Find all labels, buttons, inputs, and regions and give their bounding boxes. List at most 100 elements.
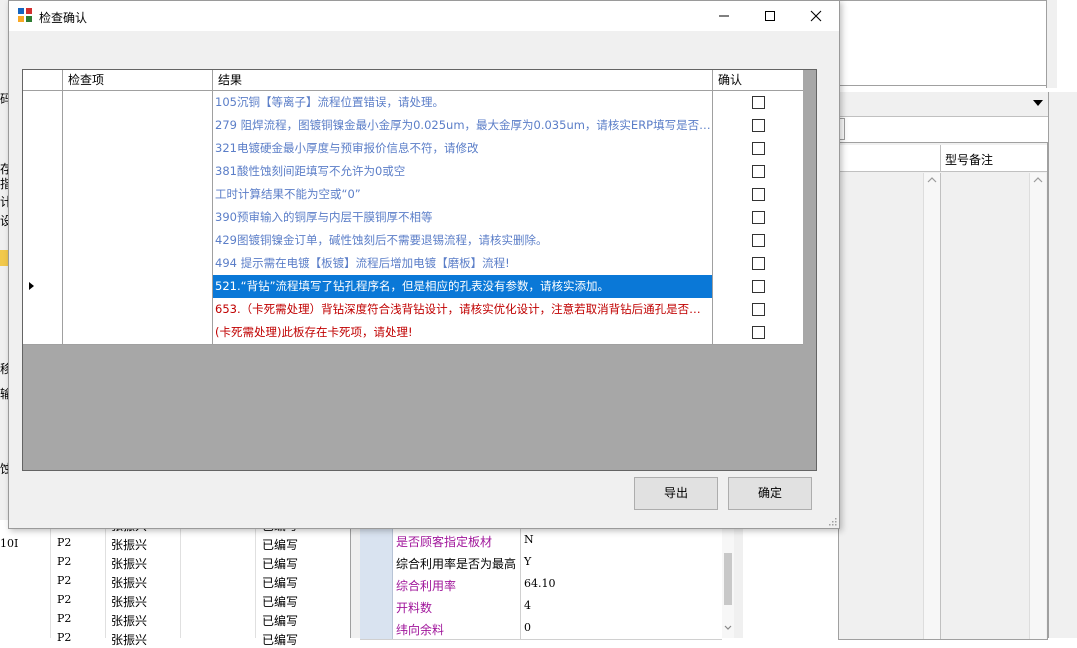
property-name: 是否顾客指定板材 [396,535,493,549]
row-header[interactable] [23,137,63,160]
property-row[interactable]: 是否顾客指定板材 N [360,529,722,552]
confirm-checkbox[interactable] [752,188,765,201]
property-name: 综合利用率是否为最高 [396,557,517,571]
property-row[interactable]: 综合利用率 64.10 [360,573,722,596]
row-header[interactable] [23,229,63,252]
check-item-cell[interactable] [63,91,213,114]
row-header[interactable] [23,114,63,137]
app-icon [18,8,32,22]
result-cell[interactable]: 381酸性蚀刻间距填写不允许为0或空 [213,160,713,183]
table-row[interactable]: 381酸性蚀刻间距填写不允许为0或空 [23,160,803,184]
result-cell[interactable]: 653.（卡死需处理）背钻深度符合浅背钻设计，请核实优化设计，注意若取消背钻后通… [213,298,713,321]
confirm-checkbox[interactable] [752,257,765,270]
check-item-cell[interactable] [63,298,213,321]
table-row[interactable]: 494 提示需在电镀【板镀】流程后增加电镀【磨板】流程! [23,252,803,276]
resize-grip-icon[interactable] [827,516,837,526]
list-status: 已编写 [262,595,299,609]
row-header[interactable] [23,321,63,344]
confirm-checkbox[interactable] [752,211,765,224]
chevron-down-icon[interactable] [1033,100,1043,108]
check-item-cell[interactable] [63,206,213,229]
confirm-checkbox[interactable] [752,165,765,178]
bg-left-highlight [0,250,8,266]
bg-prop-scrollbar[interactable] [722,527,734,638]
check-item-cell[interactable] [63,114,213,137]
title-bar[interactable]: 检查确认 [9,1,839,31]
bg-scrollbar-left[interactable] [923,173,940,639]
check-item-cell[interactable] [63,137,213,160]
property-value[interactable]: Y [524,555,531,568]
confirm-checkbox[interactable] [752,234,765,247]
column-header-result[interactable]: 结果 [213,70,713,90]
property-row[interactable]: 开料数 4 [360,595,722,618]
list-item[interactable]: P2张振兴已编写 [0,553,330,572]
table-row[interactable]: 279 阻焊流程，图镀铜镍金最小金厚为0.025um，最大金厚为0.035um，… [23,114,803,138]
row-header[interactable] [23,252,63,275]
table-row[interactable]: 390预审输入的铜厚与内层干膜铜厚不相等 [23,206,803,230]
list-name: 张振兴 [111,538,148,552]
export-button[interactable]: 导出 [634,477,718,510]
result-cell[interactable]: 390预审输入的铜厚与内层干膜铜厚不相等 [213,206,713,229]
check-item-cell[interactable] [63,160,213,183]
row-header[interactable] [23,298,63,321]
result-cell[interactable]: 279 阻焊流程，图镀铜镍金最小金厚为0.025um，最大金厚为0.035um，… [213,114,713,137]
list-item[interactable]: P2张振兴已编写 [0,534,330,553]
column-header-confirm[interactable]: 确认 [713,70,803,90]
table-row[interactable]: 105沉铜【等离子】流程位置错误，请处理。 [23,91,803,115]
confirm-checkbox[interactable] [752,326,765,339]
row-header[interactable] [23,206,63,229]
check-results-grid: 检查项 结果 确认 105沉铜【等离子】流程位置错误，请处理。 279 阻焊流程，… [22,69,817,471]
result-cell[interactable]: 105沉铜【等离子】流程位置错误，请处理。 [213,91,713,114]
row-header[interactable] [23,91,63,114]
table-row[interactable]: (卡死需处理)此板存在卡死项，请处理! [23,321,803,345]
maximize-button[interactable] [747,1,793,31]
table-row[interactable]: 321电镀硬金最小厚度与预审报价信息不符，请修改 [23,137,803,161]
row-header[interactable] [23,160,63,183]
table-row[interactable]: 工时计算结果不能为空或“0” [23,183,803,207]
confirm-checkbox[interactable] [752,142,765,155]
table-row[interactable]: 653.（卡死需处理）背钻深度符合浅背钻设计，请核实优化设计，注意若取消背钻后通… [23,298,803,322]
property-value[interactable]: 4 [524,599,531,612]
confirm-checkbox[interactable] [752,303,765,316]
property-row-header [360,529,393,551]
check-item-cell[interactable] [63,252,213,275]
confirm-checkbox[interactable] [752,280,765,293]
check-item-cell[interactable] [63,275,213,298]
check-item-cell[interactable] [63,183,213,206]
list-name: 张振兴 [111,576,148,590]
column-header-check-item[interactable]: 检查项 [63,70,213,90]
result-cell[interactable]: 321电镀硬金最小厚度与预审报价信息不符，请修改 [213,137,713,160]
table-row[interactable]: 521.“背钻”流程填写了钻孔程序名，但是相应的孔表没有参数，请核实添加。 [23,275,803,299]
bg-right-grid-header: 型号备注 [839,145,1047,172]
confirm-cell [713,229,803,252]
row-header[interactable] [23,275,63,298]
result-cell[interactable]: 494 提示需在电镀【板镀】流程后增加电镀【磨板】流程! [213,252,713,275]
close-button[interactable] [793,1,839,31]
property-row[interactable]: 纬向余料 0 [360,617,722,640]
ok-button[interactable]: 确定 [728,477,812,510]
minimize-button[interactable] [701,1,747,31]
maximize-icon [765,11,775,21]
result-cell[interactable]: 429图镀铜镍金订单，碱性蚀刻后不需要退锡流程，请核实删除。 [213,229,713,252]
confirm-checkbox[interactable] [752,96,765,109]
check-item-cell[interactable] [63,321,213,344]
list-item[interactable]: P2张振兴已编写 [0,572,330,591]
property-value[interactable]: 64.10 [524,577,556,590]
result-cell[interactable]: (卡死需处理)此板存在卡死项，请处理! [213,321,713,344]
bg-scrollbar-right[interactable] [1029,173,1046,639]
list-item[interactable]: P2张振兴已编写 [0,629,330,648]
current-row-pointer-icon [29,282,34,290]
confirm-cell [713,298,803,321]
row-header[interactable] [23,183,63,206]
table-row[interactable]: 429图镀铜镍金订单，碱性蚀刻后不需要退锡流程，请核实删除。 [23,229,803,253]
list-item[interactable]: P2张振兴已编写 [0,610,330,629]
property-value[interactable]: 0 [524,621,531,634]
property-row[interactable]: 综合利用率是否为最高 Y [360,551,722,574]
result-cell[interactable]: 521.“背钻”流程填写了钻孔程序名，但是相应的孔表没有参数，请核实添加。 [213,275,713,298]
list-item[interactable]: P2张振兴已编写 [0,591,330,610]
confirm-checkbox[interactable] [752,119,765,132]
property-value[interactable]: N [524,533,534,546]
check-item-cell[interactable] [63,229,213,252]
list-name: 张振兴 [111,614,148,628]
result-cell[interactable]: 工时计算结果不能为空或“0” [213,183,713,206]
